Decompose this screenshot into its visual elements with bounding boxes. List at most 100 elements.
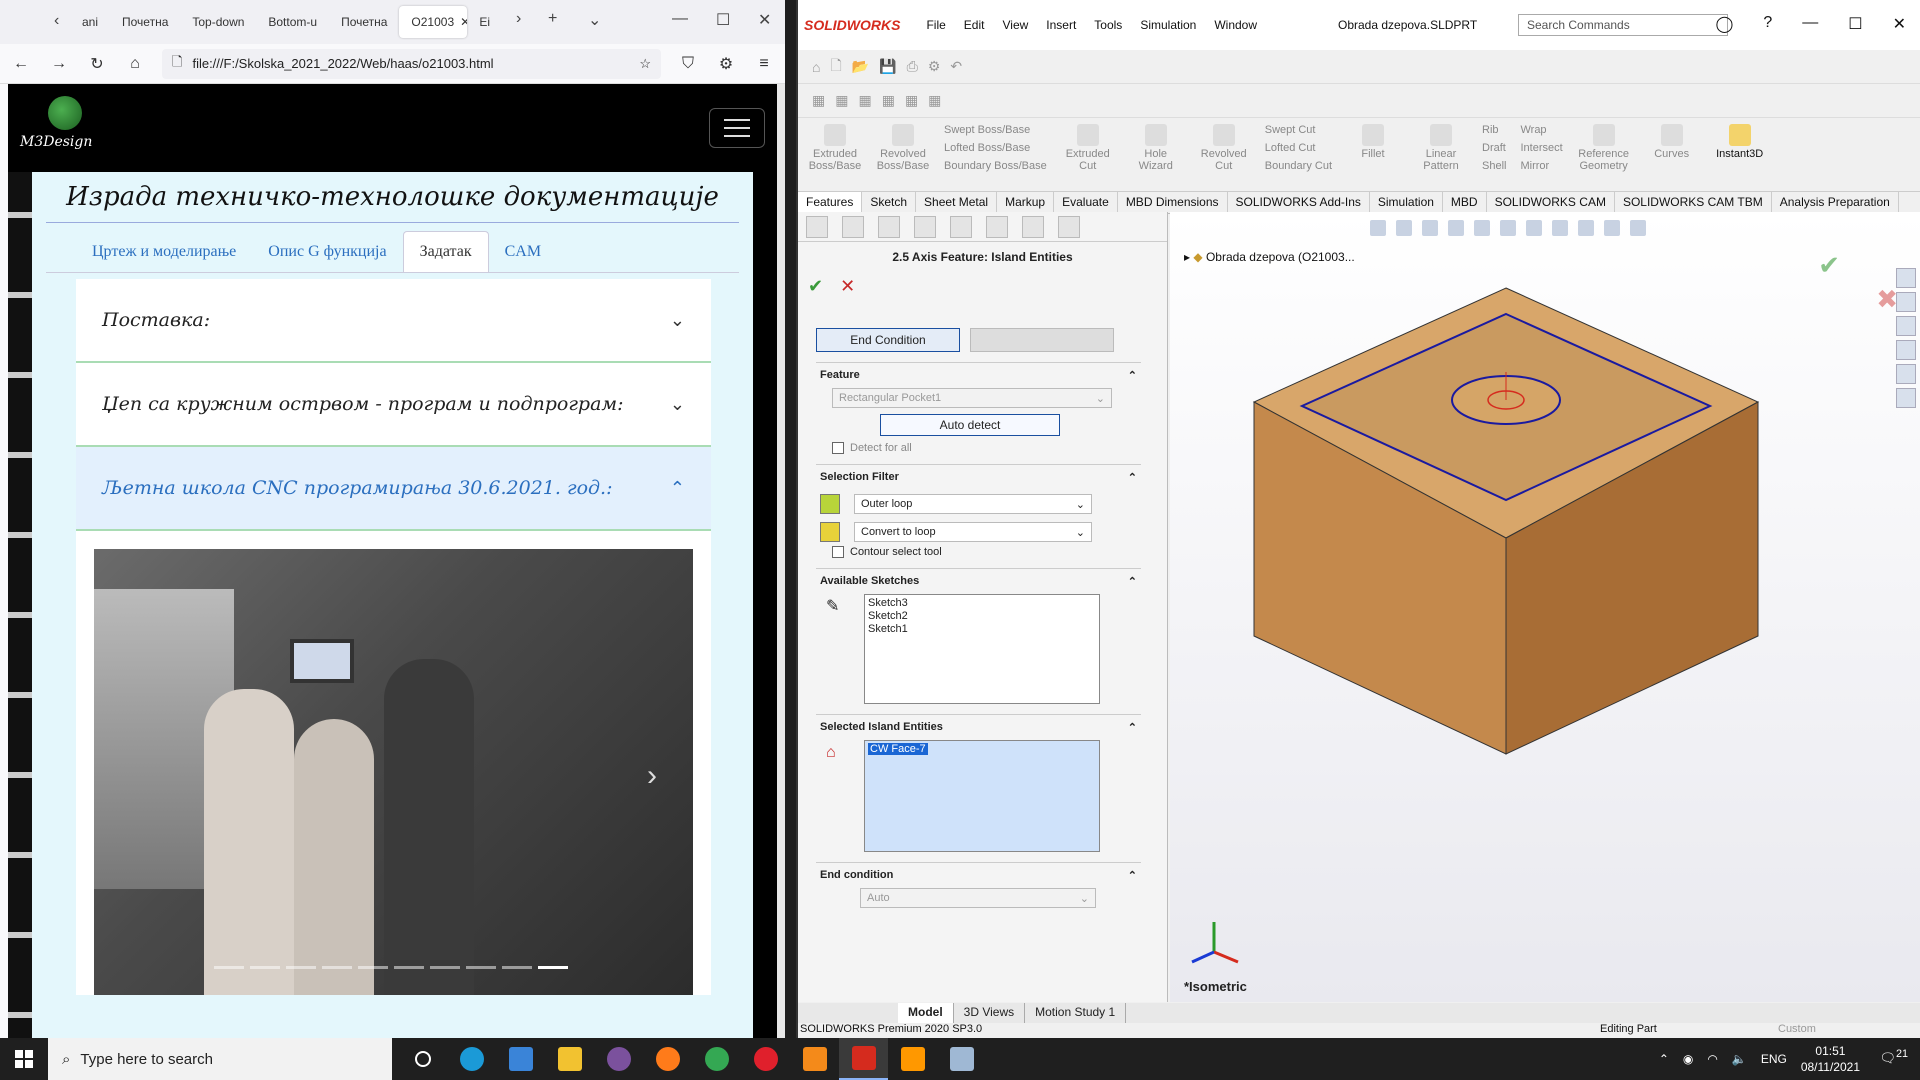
home-icon[interactable]: ⌂ — [124, 55, 146, 73]
extruded-cut-button[interactable]: Extruded Cut — [1061, 124, 1115, 172]
design-library-icon[interactable] — [1896, 292, 1916, 312]
extruded-boss-button[interactable]: Extruded Boss/Base — [808, 124, 862, 172]
draft-button[interactable]: Draft — [1482, 142, 1506, 154]
bookmark-star-icon[interactable]: ☆ — [639, 56, 651, 72]
browser-tab[interactable]: O21003 ✕ — [399, 6, 468, 38]
wrap-button[interactable]: Wrap — [1520, 124, 1562, 136]
command-tab[interactable]: SOLIDWORKS CAM TBM — [1615, 192, 1772, 213]
command-tab[interactable]: Features — [798, 192, 863, 213]
confirm-check-icon[interactable]: ✔ — [1818, 250, 1840, 281]
ok-check-icon[interactable]: ✔ — [808, 276, 823, 296]
address-bar[interactable]: 🗋 file:///F:/Skolska_2021_2022/Web/haas/… — [162, 48, 661, 79]
convert-loop-select[interactable]: Convert to loop ⌄ — [854, 522, 1092, 542]
browser-tab[interactable]: Почетна — [110, 6, 180, 38]
rib-button[interactable]: Rib — [1482, 124, 1506, 136]
auto-detect-button[interactable]: Auto detect — [880, 414, 1060, 436]
new-icon[interactable]: 🗋 — [830, 55, 841, 79]
collapse-icon[interactable]: ⌃ — [1128, 721, 1137, 734]
maximize-icon[interactable]: ☐ — [716, 10, 730, 30]
selected-island-list[interactable]: CW Face-7 — [864, 740, 1100, 852]
search-commands-input[interactable]: Search Commands — [1518, 14, 1728, 36]
browser-tab[interactable]: Top-down — [180, 6, 256, 38]
tray-chevron-icon[interactable]: ⌃ — [1659, 1052, 1669, 1066]
bottom-tab[interactable]: Motion Study 1 — [1025, 1003, 1127, 1023]
collapse-icon[interactable]: ⌃ — [1128, 369, 1137, 382]
status-units[interactable]: Custom — [1778, 1023, 1816, 1035]
menu-item[interactable]: Insert — [1046, 18, 1076, 32]
hamburger-menu-button[interactable] — [709, 108, 765, 148]
collapse-icon[interactable]: ⌃ — [1128, 575, 1137, 588]
view-palette-icon[interactable] — [1896, 340, 1916, 360]
display-style-icon[interactable] — [1526, 220, 1542, 236]
menu-item[interactable]: Tools — [1094, 18, 1122, 32]
volume-icon[interactable]: 🔈 — [1732, 1052, 1747, 1066]
lofted-boss-button[interactable]: Lofted Boss/Base — [944, 142, 1047, 154]
collapse-icon[interactable]: ⌃ — [1128, 471, 1137, 484]
close-tab-icon[interactable]: ✕ — [460, 15, 467, 29]
firefox-icon[interactable] — [643, 1038, 692, 1080]
config-manager-icon[interactable] — [878, 216, 900, 238]
linear-pattern-button[interactable]: Linear Pattern — [1414, 124, 1468, 172]
cam-operation-tree-icon[interactable] — [1022, 216, 1044, 238]
curves-button[interactable]: Curves — [1645, 124, 1699, 160]
boundary-cut-button[interactable]: Boundary Cut — [1265, 160, 1332, 172]
tab-list-icon[interactable]: ⌄ — [588, 10, 601, 30]
chrome-icon[interactable] — [692, 1038, 741, 1080]
bottom-tab[interactable]: 3D Views — [954, 1003, 1026, 1023]
command-tab[interactable]: Simulation — [1370, 192, 1443, 213]
browser-tab[interactable]: Почетна — [329, 6, 399, 38]
mail-icon[interactable] — [496, 1038, 545, 1080]
scene-icon[interactable] — [1604, 220, 1620, 236]
feature-tree-root[interactable]: ▸ ◆ Obrada dzepova (O21003... — [1184, 250, 1355, 264]
dimxpert-icon[interactable] — [914, 216, 936, 238]
file-explorer-icon[interactable] — [1896, 316, 1916, 336]
open-icon[interactable]: 📂 — [852, 58, 869, 75]
lofted-cut-button[interactable]: Lofted Cut — [1265, 142, 1332, 154]
custom-properties-icon[interactable] — [1896, 388, 1916, 408]
save-icon[interactable]: 💾 — [879, 58, 896, 75]
home-icon[interactable]: ⌂ — [812, 59, 820, 75]
mirror-button[interactable]: Mirror — [1520, 160, 1562, 172]
carousel-indicator[interactable] — [394, 966, 424, 969]
intersect-button[interactable]: Intersect — [1520, 142, 1562, 154]
feature-manager-icon[interactable] — [806, 216, 828, 238]
boundary-boss-button[interactable]: Boundary Boss/Base — [944, 160, 1047, 172]
dynamic-annotation-icon[interactable] — [1474, 220, 1490, 236]
cancel-x-icon[interactable]: ✕ — [840, 276, 855, 296]
revolved-cut-button[interactable]: Revolved Cut — [1197, 124, 1251, 172]
minimize-icon[interactable]: — — [1802, 14, 1818, 34]
tool-icon[interactable] — [937, 1038, 986, 1080]
user-icon[interactable]: ◯ — [1715, 14, 1733, 34]
appearance-icon[interactable] — [1578, 220, 1594, 236]
end-condition-tab[interactable]: End Condition — [816, 328, 960, 352]
hole-wizard-button[interactable]: Hole Wizard — [1129, 124, 1183, 172]
view-settings-icon[interactable] — [1630, 220, 1646, 236]
zoom-area-icon[interactable] — [1396, 220, 1412, 236]
command-tab[interactable]: Markup — [997, 192, 1055, 213]
command-tab[interactable]: Evaluate — [1054, 192, 1118, 213]
revolved-boss-button[interactable]: Revolved Boss/Base — [876, 124, 930, 172]
site-logo[interactable]: M3Design — [20, 96, 92, 150]
reference-geometry-button[interactable]: Reference Geometry — [1577, 124, 1631, 172]
previous-view-icon[interactable] — [1422, 220, 1438, 236]
browser-tab[interactable]: Ei — [467, 6, 502, 38]
instant3d-button[interactable]: Instant3D — [1713, 124, 1767, 160]
accordion-item-program[interactable]: Џеп са кружним острвом - програм и подпр… — [76, 363, 711, 447]
solidworks-taskbar-icon[interactable] — [839, 1038, 888, 1080]
appearances-icon[interactable] — [1896, 364, 1916, 384]
toolbar-icon[interactable]: ▦ — [928, 92, 941, 109]
cam-feature-tree-icon[interactable] — [986, 216, 1008, 238]
sw-resources-icon[interactable] — [1896, 268, 1916, 288]
reload-icon[interactable]: ↻ — [86, 54, 108, 74]
maximize-icon[interactable]: ☐ — [1848, 14, 1862, 34]
menu-item[interactable]: View — [1002, 18, 1028, 32]
network-icon[interactable]: ◉ — [1683, 1052, 1693, 1066]
swept-boss-button[interactable]: Swept Boss/Base — [944, 124, 1047, 136]
command-tab[interactable]: Analysis Preparation — [1772, 192, 1899, 213]
list-item[interactable]: Sketch1 — [868, 623, 1096, 636]
command-tab[interactable]: SOLIDWORKS Add-Ins — [1228, 192, 1370, 213]
close-icon[interactable]: ✕ — [1893, 14, 1906, 34]
secondary-tab[interactable] — [970, 328, 1114, 352]
outer-loop-select[interactable]: Outer loop ⌄ — [854, 494, 1092, 514]
task-view-icon[interactable] — [398, 1038, 447, 1080]
